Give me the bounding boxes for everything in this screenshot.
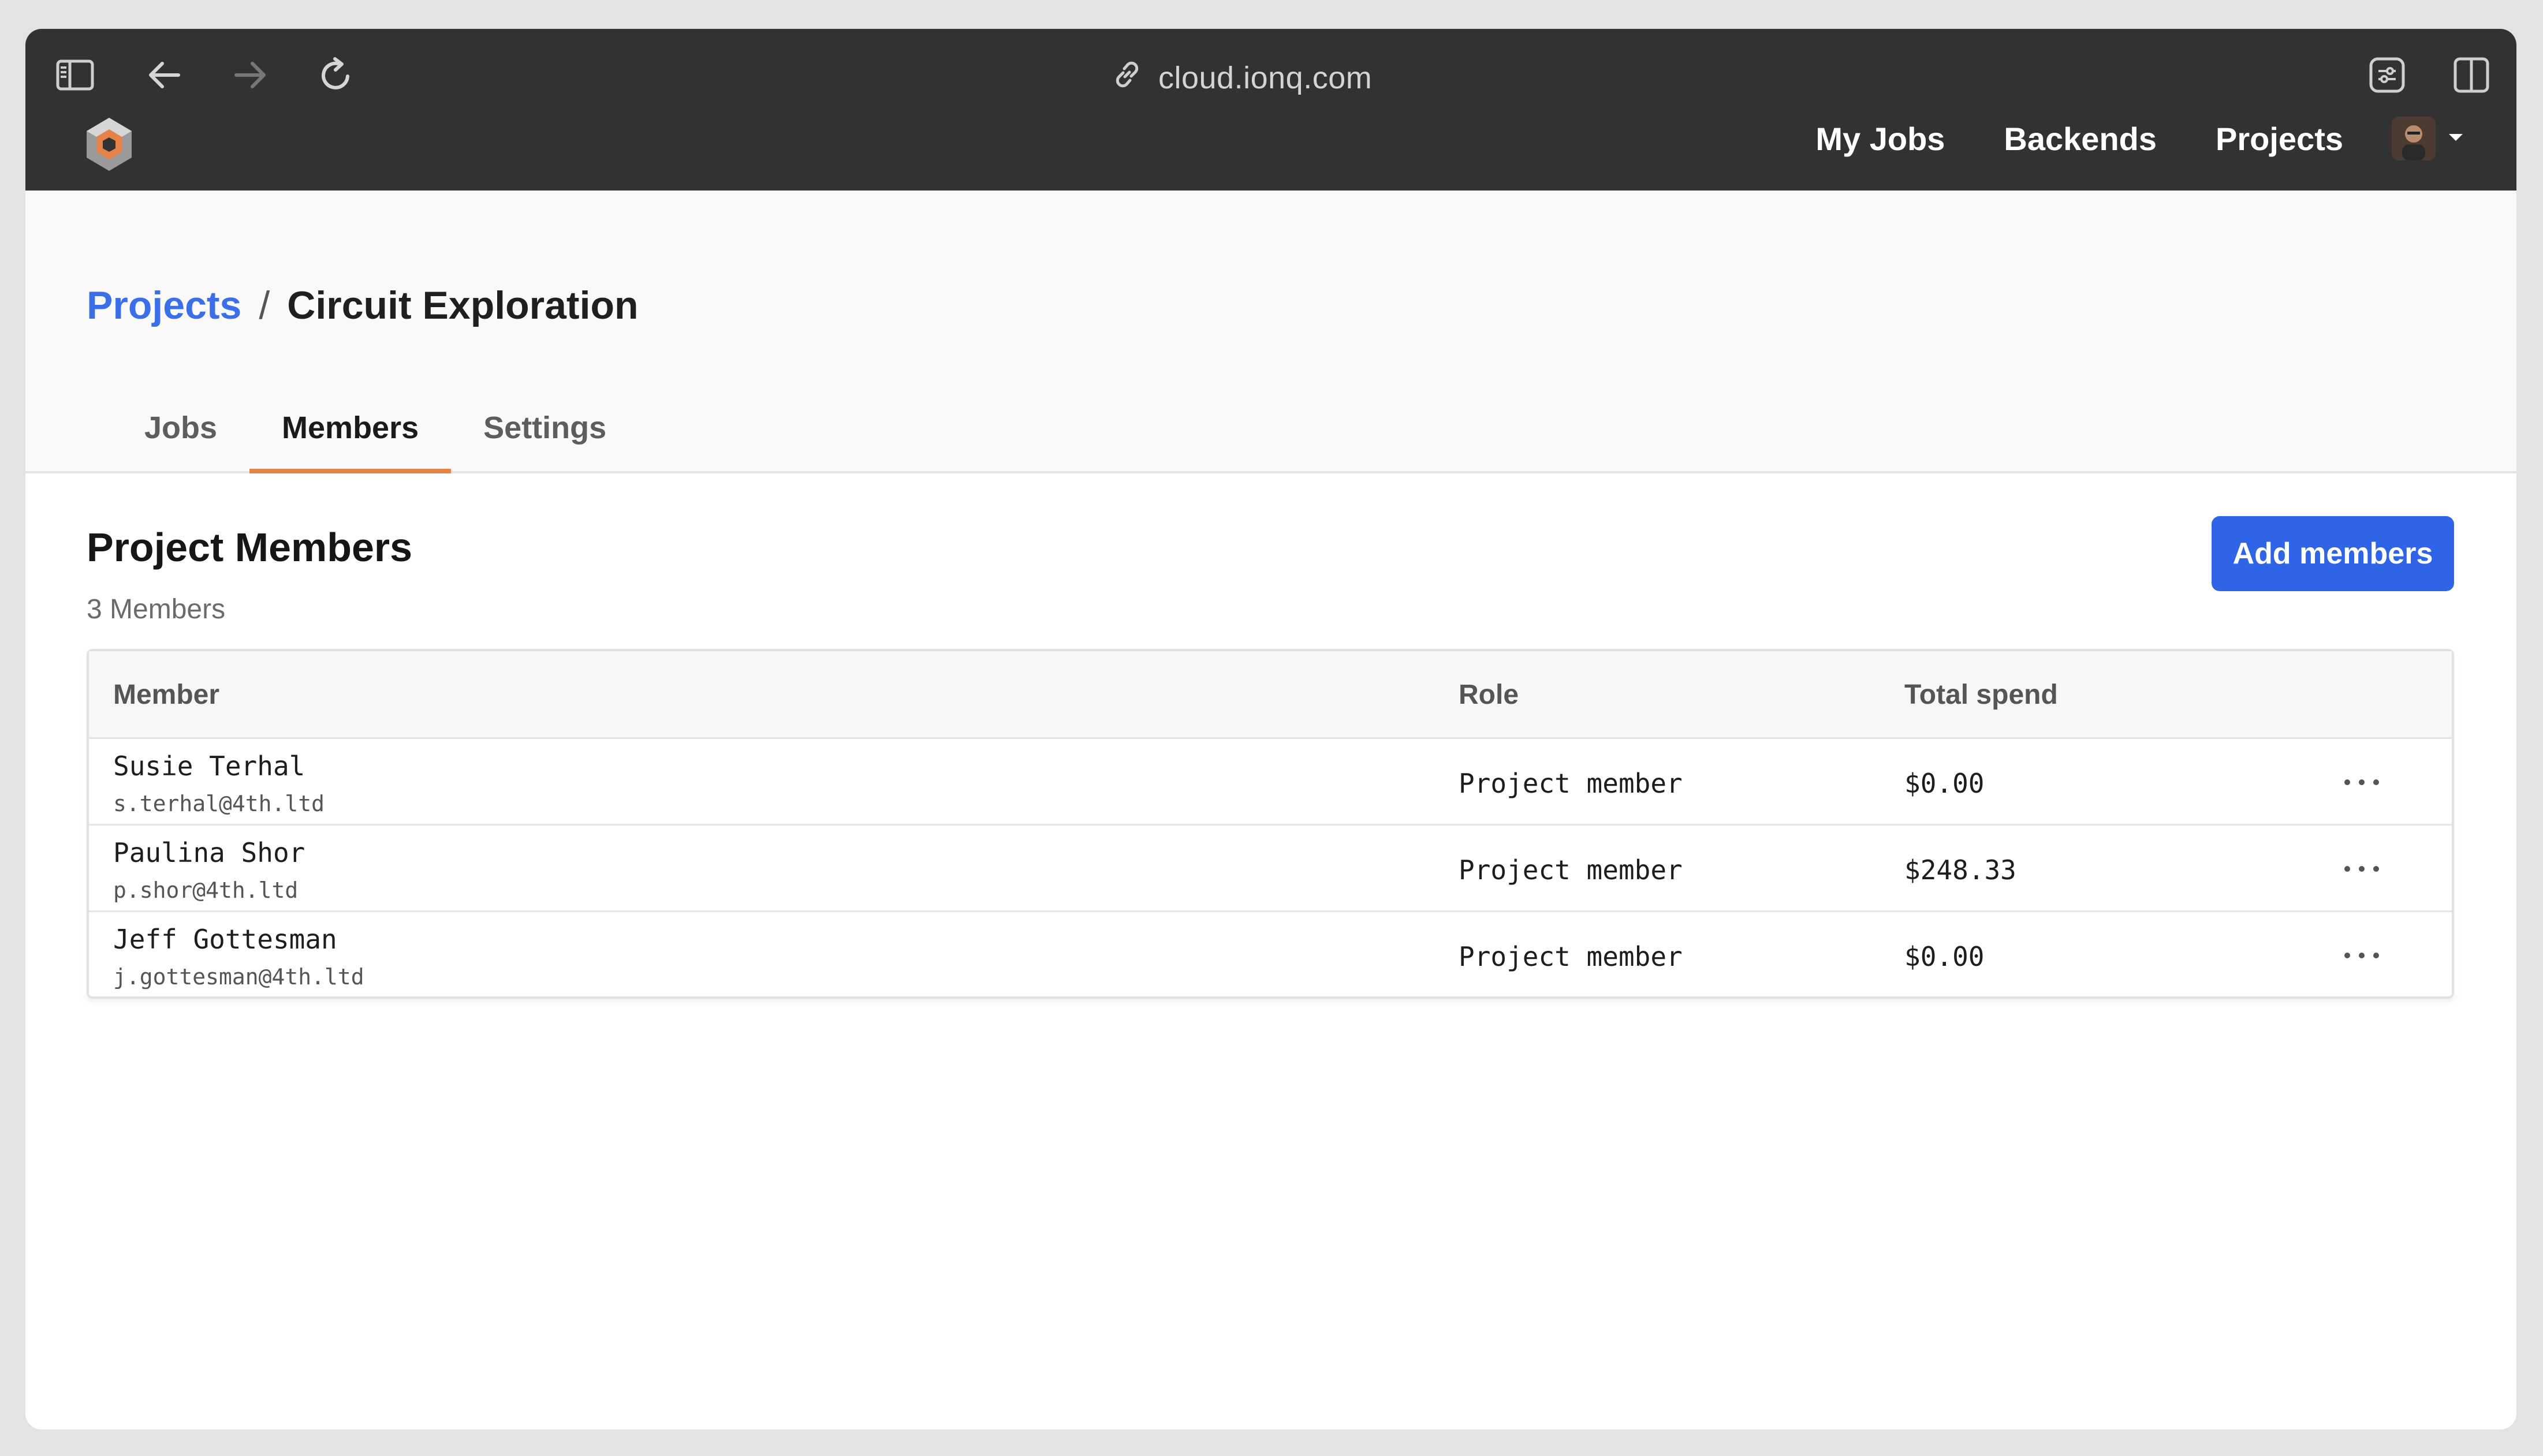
tab-members[interactable]: Members bbox=[249, 410, 452, 473]
browser-chrome: cloud.ionq.com My Jobs Backends Projects bbox=[25, 29, 2516, 191]
top-navigation: My Jobs Backends Projects bbox=[1815, 104, 2464, 173]
member-name: Jeff Gottesman bbox=[113, 924, 337, 955]
member-count: 3 Members bbox=[87, 594, 226, 625]
nav-projects[interactable]: Projects bbox=[2216, 120, 2343, 158]
member-role: Project member bbox=[1459, 854, 1683, 886]
avatar bbox=[2392, 117, 2436, 160]
breadcrumb-projects-link[interactable]: Projects bbox=[87, 283, 241, 328]
member-role: Project member bbox=[1459, 941, 1683, 972]
reload-icon[interactable] bbox=[312, 51, 360, 99]
column-header-member[interactable]: Member bbox=[113, 651, 219, 739]
member-name: Susie Terhal bbox=[113, 751, 305, 782]
member-spend: $0.00 bbox=[1904, 768, 1985, 799]
member-email: s.terhal@4th.ltd bbox=[113, 791, 325, 816]
member-role: Project member bbox=[1459, 768, 1683, 799]
forward-arrow-icon[interactable] bbox=[228, 52, 274, 98]
tab-jobs[interactable]: Jobs bbox=[118, 410, 249, 473]
split-view-icon[interactable] bbox=[2448, 52, 2494, 98]
add-members-button[interactable]: Add members bbox=[2212, 516, 2454, 591]
table-row[interactable]: Jeff Gottesman j.gottesman@4th.ltd Proje… bbox=[89, 912, 2452, 999]
link-icon bbox=[1111, 58, 1143, 98]
more-options-icon[interactable] bbox=[2344, 860, 2379, 878]
url-text: cloud.ionq.com bbox=[1158, 61, 1373, 95]
members-table: Member Role Total spend Susie Terhal s.t… bbox=[87, 649, 2454, 999]
table-row[interactable]: Susie Terhal s.terhal@4th.ltd Project me… bbox=[89, 739, 2452, 826]
nav-my-jobs[interactable]: My Jobs bbox=[1815, 120, 1945, 158]
member-spend: $248.33 bbox=[1904, 854, 2016, 886]
ionq-logo[interactable] bbox=[83, 115, 135, 173]
sidebar-icon[interactable] bbox=[52, 52, 98, 98]
column-header-total-spend[interactable]: Total spend bbox=[1904, 651, 2058, 739]
nav-backends[interactable]: Backends bbox=[2004, 120, 2157, 158]
address-bar[interactable]: cloud.ionq.com bbox=[1111, 46, 1372, 110]
back-arrow-icon[interactable] bbox=[141, 52, 187, 98]
page-title: Circuit Exploration bbox=[287, 283, 639, 327]
project-tabs: Jobs Members Settings bbox=[118, 410, 639, 473]
extensions-icon[interactable] bbox=[2364, 52, 2410, 98]
member-email: p.shor@4th.ltd bbox=[113, 878, 299, 903]
more-options-icon[interactable] bbox=[2344, 947, 2379, 964]
table-row[interactable]: Paulina Shor p.shor@4th.ltd Project memb… bbox=[89, 826, 2452, 912]
user-menu[interactable] bbox=[2392, 117, 2464, 160]
more-options-icon[interactable] bbox=[2344, 774, 2379, 791]
member-spend: $0.00 bbox=[1904, 941, 1985, 972]
page-header: Projects / Circuit Exploration Jobs Memb… bbox=[25, 191, 2516, 473]
section-title: Project Members bbox=[87, 525, 413, 570]
member-name: Paulina Shor bbox=[113, 837, 305, 868]
member-email: j.gottesman@4th.ltd bbox=[113, 964, 364, 990]
breadcrumb: Projects / Circuit Exploration bbox=[87, 283, 639, 328]
column-header-role[interactable]: Role bbox=[1459, 651, 1519, 739]
breadcrumb-separator: / bbox=[259, 283, 270, 327]
chevron-down-icon bbox=[2447, 132, 2464, 145]
table-header: Member Role Total spend bbox=[89, 651, 2452, 739]
browser-window: cloud.ionq.com My Jobs Backends Projects… bbox=[25, 29, 2516, 1429]
tab-settings[interactable]: Settings bbox=[451, 410, 639, 473]
